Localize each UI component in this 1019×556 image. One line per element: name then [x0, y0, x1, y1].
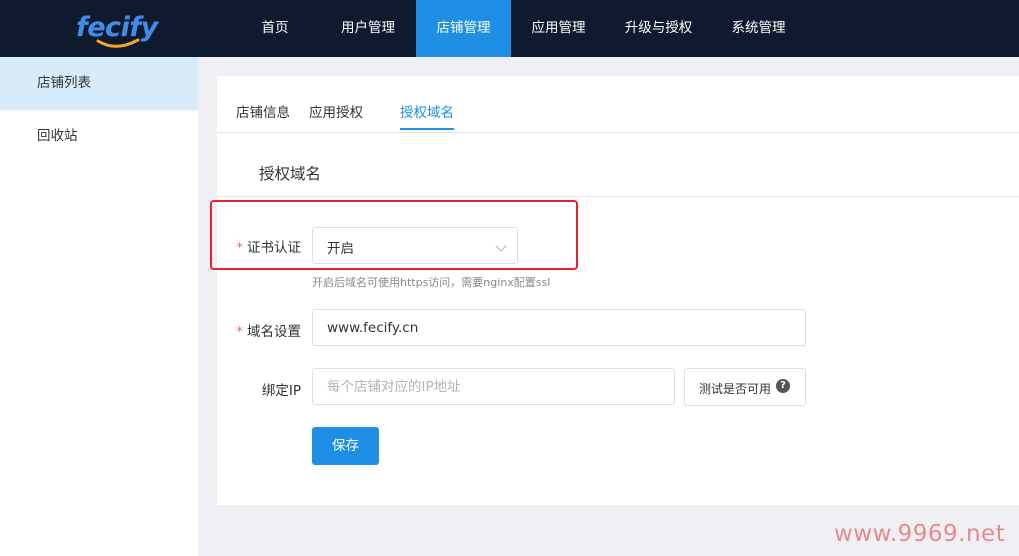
- logo[interactable]: fecify: [76, 10, 158, 48]
- section-divider: [217, 196, 1019, 197]
- ip-label: 绑定IP: [261, 383, 301, 399]
- watermark: www.9969.net: [834, 521, 1006, 547]
- test-button-label: 测试是否可用: [699, 382, 772, 396]
- sidebar-item-store-list[interactable]: 店铺列表: [0, 57, 198, 110]
- required-mark: *: [236, 240, 243, 256]
- cert-label-text: 证书认证: [247, 240, 301, 256]
- main-nav: 首页 用户管理 店铺管理 应用管理 升级与授权 系统管理: [230, 0, 806, 57]
- nav-store-management[interactable]: 店铺管理: [416, 0, 511, 57]
- question-circle-icon[interactable]: ?: [776, 379, 790, 393]
- save-button[interactable]: 保存: [312, 427, 379, 465]
- test-availability-button[interactable]: 测试是否可用 ?: [684, 368, 806, 406]
- nav-upgrade-license[interactable]: 升级与授权: [606, 0, 711, 57]
- nav-app-management[interactable]: 应用管理: [511, 0, 606, 57]
- tab-bar: 店铺信息 应用授权 授权域名: [236, 101, 454, 130]
- nav-home[interactable]: 首页: [230, 0, 320, 57]
- tab-store-info[interactable]: 店铺信息: [236, 101, 290, 126]
- sidebar: 店铺列表 回收站: [0, 57, 198, 556]
- tab-divider: [217, 132, 1019, 133]
- section-title: 授权域名: [259, 165, 322, 183]
- chevron-down-icon: [495, 240, 507, 252]
- nav-system-management[interactable]: 系统管理: [711, 0, 806, 57]
- domain-label: * 域名设置: [217, 320, 301, 340]
- domain-input[interactable]: [312, 309, 806, 346]
- tab-app-license[interactable]: 应用授权: [309, 101, 363, 126]
- cert-hint: 开启后域名可使用https访问，需要nginx配置ssl: [312, 276, 551, 289]
- content-panel: 店铺信息 应用授权 授权域名 授权域名 * 证书认证 开启 开启后域名可使用htt…: [217, 76, 1019, 505]
- logo-text: fecify: [76, 12, 158, 43]
- cert-select[interactable]: 开启: [312, 227, 518, 264]
- required-mark: *: [236, 324, 243, 340]
- sidebar-item-recycle-bin[interactable]: 回收站: [0, 110, 198, 163]
- domain-label-text: 域名设置: [247, 324, 301, 340]
- nav-user-management[interactable]: 用户管理: [320, 0, 416, 57]
- ip-input[interactable]: [312, 368, 675, 405]
- cert-select-value: 开启: [327, 241, 354, 257]
- tab-license-domain[interactable]: 授权域名: [400, 101, 454, 130]
- top-navbar: fecify 首页 用户管理 店铺管理 应用管理 升级与授权 系统管理: [0, 0, 1019, 57]
- cert-label: * 证书认证: [217, 236, 301, 256]
